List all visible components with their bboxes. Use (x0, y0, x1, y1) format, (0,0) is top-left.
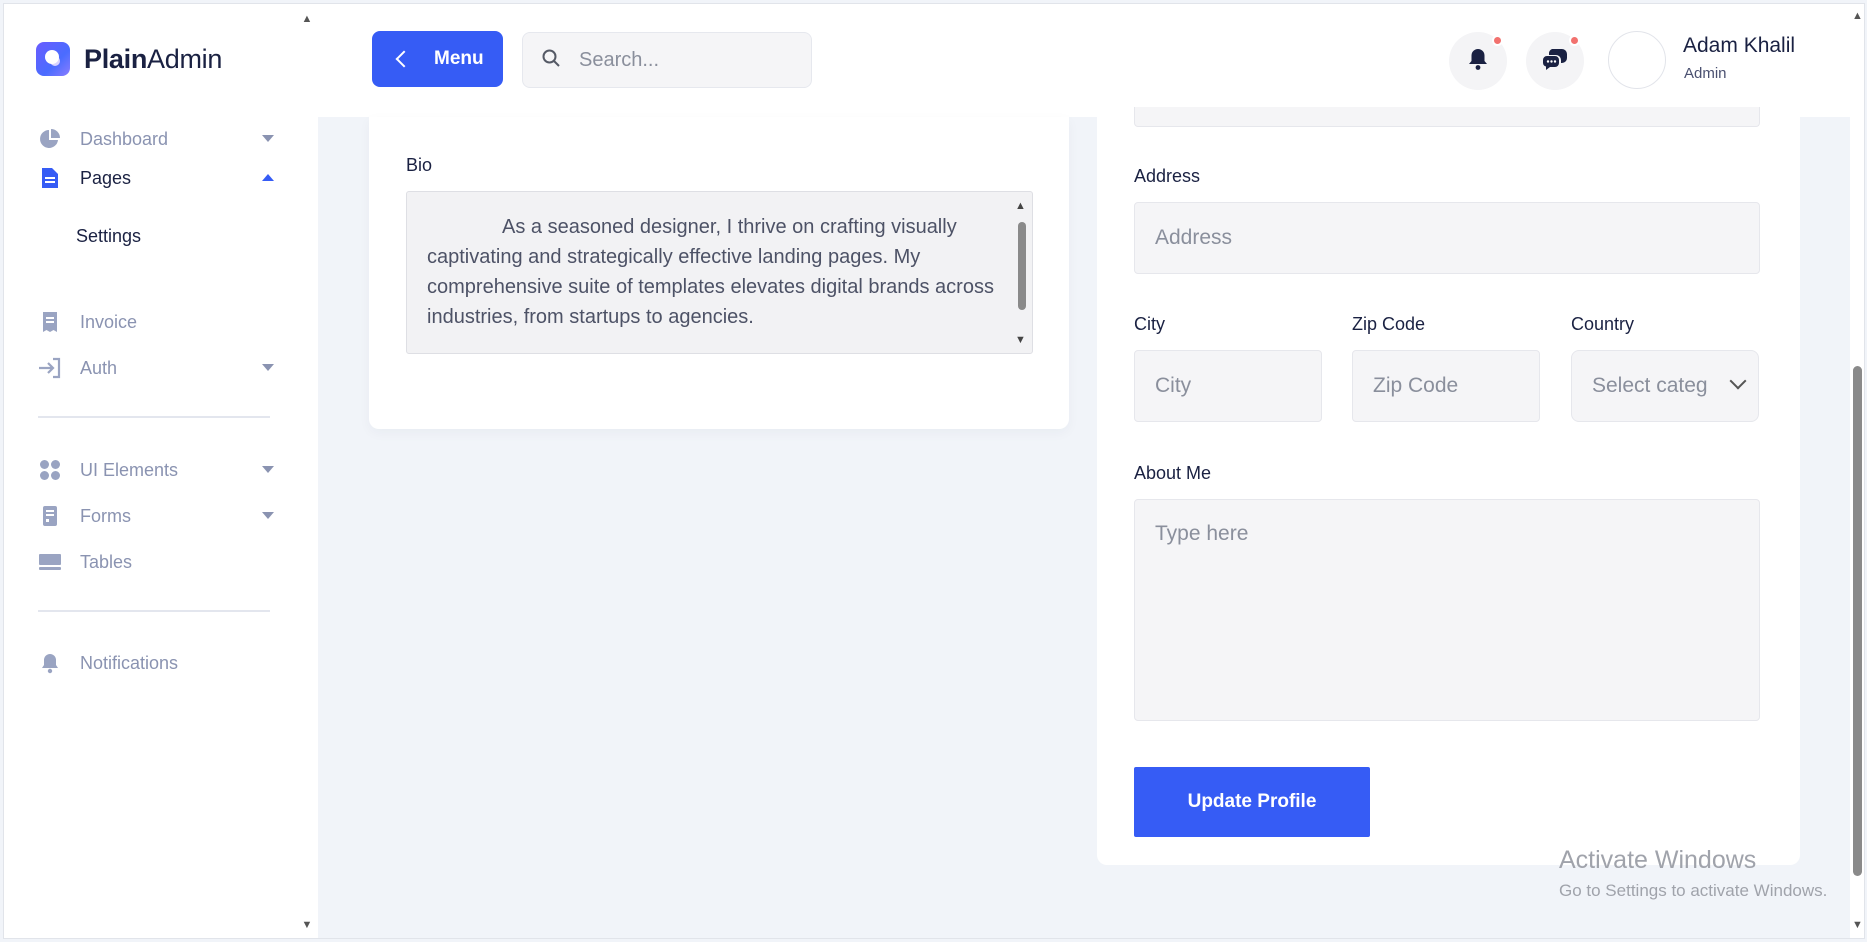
bell-icon (1467, 47, 1489, 76)
avatar[interactable] (1608, 31, 1666, 89)
update-profile-button[interactable]: Update Profile (1134, 767, 1370, 837)
menu-toggle-button[interactable]: Menu (372, 31, 503, 87)
sidebar-item-auth[interactable]: Auth (38, 351, 274, 385)
sidebar-item-tables[interactable]: Tables (38, 545, 274, 579)
scroll-thumb[interactable] (1853, 366, 1862, 876)
brand-name: PlainAdmin (84, 43, 223, 74)
chevron-down-icon (262, 135, 274, 142)
watermark-title: Activate Windows (1559, 846, 1757, 874)
about-me-label: About Me (1134, 463, 1212, 483)
page-scrollbar[interactable]: ▲ ▼ (1850, 4, 1864, 938)
search-input[interactable] (579, 48, 779, 72)
sidebar-item-notifications[interactable]: Notifications (38, 646, 274, 680)
sidebar-divider (38, 416, 270, 418)
bio-text: As a seasoned designer, I thrive on craf… (427, 216, 994, 328)
address-label: Address (1134, 166, 1201, 186)
bio-scrollbar[interactable]: ▲ ▼ (1014, 200, 1030, 348)
sidebar: ▲ PlainAdmin Dashboard Pages Settings In… (4, 4, 318, 938)
user-role: Admin (1684, 65, 1727, 82)
message-badge-dot (1569, 35, 1580, 46)
messages-button[interactable] (1526, 32, 1584, 90)
chevron-down-icon (262, 512, 274, 519)
sidebar-item-dashboard[interactable]: Dashboard (38, 122, 274, 156)
document-icon (38, 166, 62, 190)
watermark-subtitle: Go to Settings to activate Windows. (1559, 881, 1828, 900)
scroll-thumb[interactable] (1018, 222, 1026, 310)
profile-card: Bio As a seasoned designer, I thrive on … (369, 117, 1069, 429)
sidebar-subitem-settings[interactable]: Settings (76, 226, 141, 247)
form-icon (38, 504, 62, 528)
table-icon (38, 550, 62, 574)
search-box[interactable] (522, 32, 812, 88)
scroll-down-arrow[interactable]: ▼ (1015, 334, 1026, 346)
address-input[interactable]: Address (1134, 202, 1760, 274)
scroll-up-arrow[interactable]: ▲ (1852, 10, 1863, 22)
activate-windows-watermark: Activate Windows Go to Settings to activ… (1559, 846, 1827, 901)
scroll-up-arrow[interactable]: ▲ (1015, 200, 1026, 212)
bio-textarea[interactable]: As a seasoned designer, I thrive on craf… (406, 191, 1033, 354)
pie-chart-icon (38, 127, 62, 151)
grid-circles-icon (38, 458, 62, 482)
sidebar-item-label: Tables (80, 551, 133, 572)
city-input[interactable]: City (1134, 350, 1322, 422)
city-label: City (1134, 314, 1165, 334)
sidebar-scroll-up-arrow[interactable]: ▲ (300, 13, 314, 25)
zip-code-label: Zip Code (1352, 314, 1426, 334)
notifications-button[interactable] (1449, 32, 1507, 90)
sidebar-item-label: Invoice (80, 311, 138, 332)
chevron-up-icon (262, 174, 274, 181)
sidebar-item-label: UI Elements (80, 459, 179, 480)
scroll-down-arrow[interactable]: ▼ (1852, 919, 1863, 931)
chevron-left-icon (395, 50, 413, 68)
chevron-down-icon (1729, 372, 1747, 390)
sidebar-item-ui-elements[interactable]: UI Elements (38, 453, 274, 487)
country-select-value: Select categ (1592, 374, 1708, 397)
chat-bubbles-icon (1542, 47, 1568, 76)
sidebar-item-label: Dashboard (80, 128, 169, 149)
menu-button-label: Menu (434, 48, 484, 69)
user-name[interactable]: Adam Khalil (1683, 34, 1795, 58)
sidebar-item-label: Forms (80, 505, 131, 526)
chevron-down-icon (262, 364, 274, 371)
logo-mark-icon (36, 42, 70, 76)
sidebar-item-invoice[interactable]: Invoice (38, 305, 274, 339)
app-window: ▲ PlainAdmin Dashboard Pages Settings In… (3, 3, 1865, 939)
brand-logo[interactable]: PlainAdmin (36, 42, 222, 76)
top-header: Menu Adam Khalil Admin (318, 4, 1850, 117)
sidebar-item-label: Notifications (80, 652, 179, 673)
profile-form-card: Address Address City City Zip Code Zip C… (1097, 107, 1800, 865)
about-me-textarea[interactable]: Type here (1134, 499, 1760, 721)
sidebar-item-label: Pages (80, 167, 132, 188)
login-arrow-icon (38, 356, 62, 380)
sidebar-item-forms[interactable]: Forms (38, 499, 274, 533)
bio-label: Bio (406, 155, 433, 175)
chevron-down-icon (262, 466, 274, 473)
sidebar-divider (38, 610, 270, 612)
previous-input-field[interactable] (1134, 107, 1760, 127)
receipt-icon (38, 310, 62, 334)
country-label: Country (1571, 314, 1635, 334)
country-select[interactable]: Select categ (1571, 350, 1759, 422)
zip-code-input[interactable]: Zip Code (1352, 350, 1540, 422)
sidebar-scroll-down-arrow[interactable]: ▼ (300, 919, 314, 931)
sidebar-item-pages[interactable]: Pages (38, 161, 274, 195)
sidebar-item-label: Auth (80, 357, 118, 378)
notification-badge-dot (1492, 35, 1503, 46)
bell-icon (38, 651, 62, 675)
search-icon (541, 48, 561, 73)
